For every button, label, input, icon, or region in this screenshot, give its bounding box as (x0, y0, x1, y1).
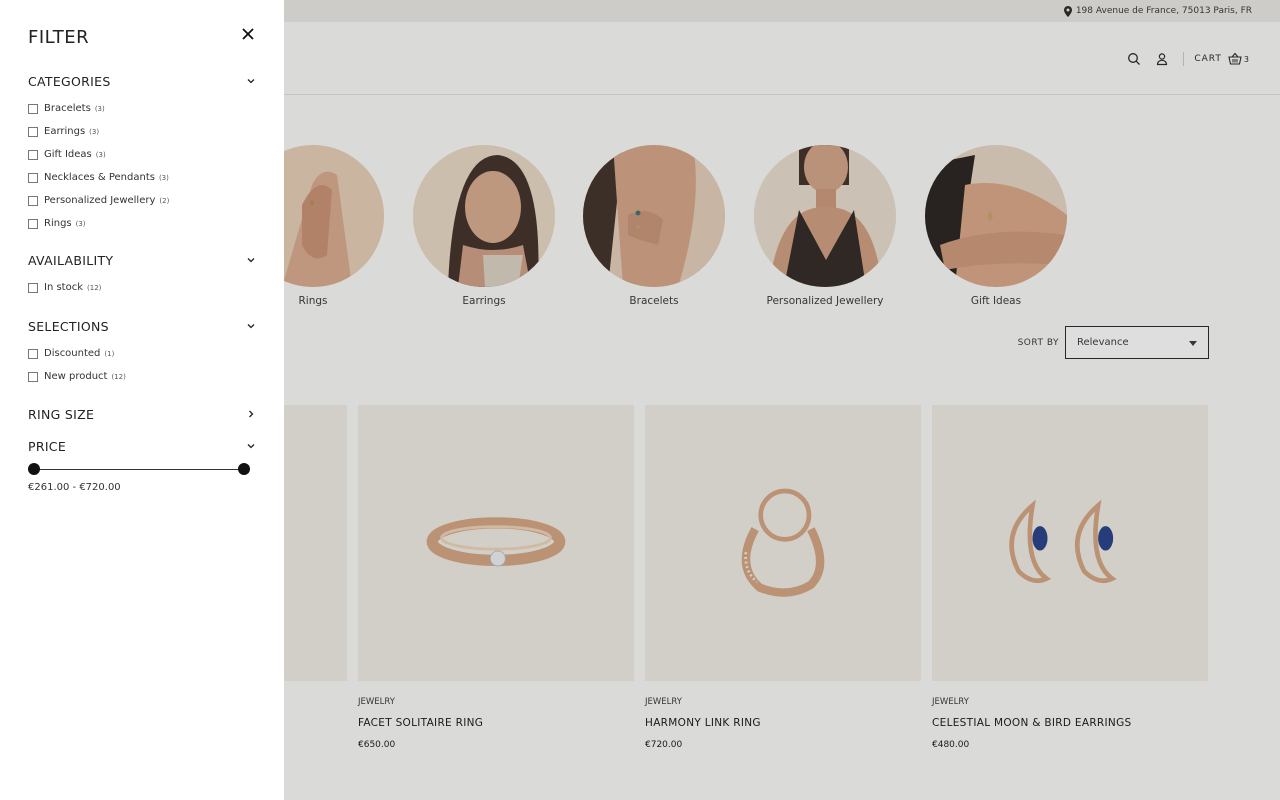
filter-option[interactable]: Gift Ideas (3) (28, 143, 256, 166)
checkbox[interactable] (28, 172, 38, 183)
checkbox[interactable] (28, 371, 38, 382)
option-label: In stock (44, 282, 84, 293)
filter-section-selections: SELECTIONS Discounted (1) New product (12) (28, 318, 256, 388)
filter-drawer: FILTER CATEGORIES Bracelets (3) Earrings(… (0, 0, 284, 800)
checkbox[interactable] (28, 103, 38, 114)
option-label: Gift Ideas (44, 149, 92, 160)
filter-option[interactable]: In stock (12) (28, 276, 256, 299)
checkbox[interactable] (28, 282, 38, 293)
filter-option[interactable]: Discounted (1) (28, 342, 256, 365)
checkbox[interactable] (28, 348, 38, 359)
close-icon[interactable] (241, 27, 255, 41)
checkbox[interactable] (28, 149, 38, 160)
price-slider-min-handle[interactable] (28, 463, 40, 475)
filter-option[interactable]: Necklaces & Pendants (3) (28, 166, 256, 189)
option-count: (1) (104, 349, 115, 358)
option-count: (3) (95, 150, 106, 159)
option-label: New product (44, 371, 108, 382)
filter-title: FILTER (28, 27, 90, 48)
price-slider[interactable] (28, 463, 250, 475)
checkbox[interactable] (28, 218, 38, 229)
option-count: (12) (111, 372, 126, 381)
option-label: Rings (44, 218, 72, 229)
checkbox[interactable] (28, 126, 38, 137)
checkbox[interactable] (28, 195, 38, 206)
option-count: (2) (159, 196, 170, 205)
price-slider-track (34, 468, 244, 470)
section-title: AVAILABILITY (28, 252, 114, 268)
option-label: Bracelets (44, 103, 91, 114)
section-title: SELECTIONS (28, 318, 109, 334)
option-count: (3) (89, 127, 100, 136)
option-count: (3) (158, 173, 169, 182)
filter-section-categories: CATEGORIES Bracelets (3) Earrings (3) Gift… (28, 73, 256, 235)
option-count: (3) (75, 219, 86, 228)
chevron-down-icon (247, 79, 255, 84)
option-label: Discounted (44, 348, 101, 359)
section-header-price[interactable]: PRICE (28, 438, 256, 454)
section-header-selections[interactable]: SELECTIONS (28, 318, 256, 334)
chevron-right-icon (249, 410, 254, 418)
section-header-ring-size[interactable]: RING SIZE (28, 406, 256, 422)
filter-section-price: PRICE (28, 438, 256, 454)
section-header-categories[interactable]: CATEGORIES (28, 73, 256, 89)
price-range-text: €261.00 - €720.00 (28, 482, 121, 493)
option-label: Earrings (44, 126, 86, 137)
filter-option[interactable]: Rings (3) (28, 212, 256, 235)
filter-option[interactable]: Personalized Jewellery (2) (28, 189, 256, 212)
section-header-availability[interactable]: AVAILABILITY (28, 252, 256, 268)
section-title: CATEGORIES (28, 73, 111, 89)
filter-section-availability: AVAILABILITY In stock (12) (28, 252, 256, 299)
price-slider-max-handle[interactable] (238, 463, 250, 475)
filter-option[interactable]: Bracelets (3) (28, 97, 256, 120)
section-title: RING SIZE (28, 406, 95, 422)
filter-section-ring-size: RING SIZE (28, 406, 256, 422)
chevron-down-icon (247, 444, 255, 449)
option-label: Necklaces & Pendants (44, 172, 155, 183)
option-count: (12) (87, 283, 102, 292)
option-count: (3) (94, 104, 105, 113)
chevron-down-icon (247, 324, 255, 329)
section-title: PRICE (28, 438, 67, 454)
option-label: Personalized Jewellery (44, 195, 156, 206)
filter-option[interactable]: Earrings (3) (28, 120, 256, 143)
chevron-down-icon (247, 258, 255, 263)
filter-option[interactable]: New product (12) (28, 365, 256, 388)
